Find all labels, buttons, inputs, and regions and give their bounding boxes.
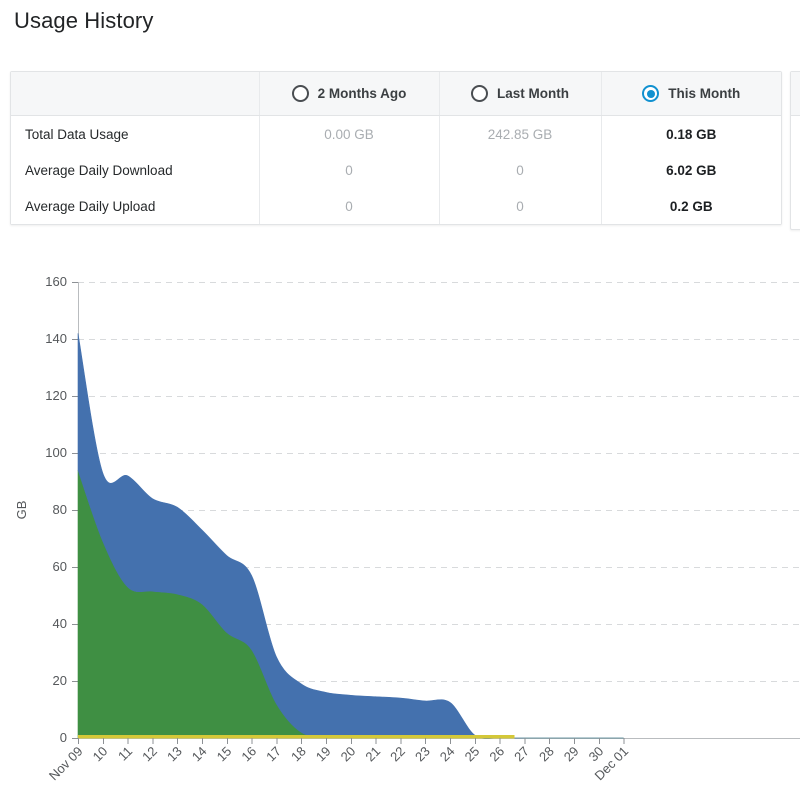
x-axis-tick-label: 29 bbox=[561, 744, 582, 765]
x-axis-tick-label: 26 bbox=[486, 744, 507, 765]
usage-summary-card: 2 Months Ago Last Month This Month Total… bbox=[10, 71, 782, 225]
table-row: Total Data Usage 0.00 GB 242.85 GB 0.18 … bbox=[11, 115, 781, 152]
y-axis-tick-label: 0 bbox=[60, 730, 67, 745]
header-cell-this-month[interactable]: This Month bbox=[600, 72, 781, 116]
header-label-two-months-ago: 2 Months Ago bbox=[317, 86, 407, 101]
radio-unchecked-icon-last-month[interactable] bbox=[471, 85, 488, 102]
x-axis-tick-label: 11 bbox=[115, 744, 135, 764]
y-axis-title: GB bbox=[14, 501, 29, 520]
chart-svg: 020406080100120140160GBNov 09 10 11 12 13 14 1… bbox=[14, 274, 800, 784]
row-label-average-daily-upload: Average Daily Upload bbox=[11, 188, 259, 224]
y-axis-tick-label: 100 bbox=[45, 445, 67, 460]
table-header: 2 Months Ago Last Month This Month bbox=[11, 72, 781, 116]
header-label-this-month: This Month bbox=[668, 86, 741, 101]
x-axis-tick-label: 25 bbox=[462, 744, 483, 765]
cell-average-daily-download-this-month: 6.02 GB bbox=[600, 152, 781, 188]
x-axis-tick-label: 24 bbox=[437, 744, 458, 765]
x-axis-tick-label: 19 bbox=[313, 744, 334, 765]
x-axis-tick-label: Nov 09 bbox=[46, 744, 86, 784]
table-body: Total Data Usage 0.00 GB 242.85 GB 0.18 … bbox=[11, 115, 781, 224]
y-axis-tick-label: 80 bbox=[53, 502, 67, 517]
x-axis-tick-label: 14 bbox=[189, 744, 210, 765]
cell-total-data-usage-this-month: 0.18 GB bbox=[600, 115, 781, 152]
y-axis-tick-label: 20 bbox=[53, 673, 67, 688]
radio-unchecked-icon-two-months-ago[interactable] bbox=[291, 85, 309, 102]
y-axis-tick-label: 160 bbox=[45, 274, 67, 289]
usage-history-chart: 0 20 40 60 80 100 120 140 160 GB Nov 09 10 11 12 13 14 1… bbox=[0, 250, 800, 792]
table-header-row: 2 Months Ago Last Month This Month bbox=[11, 72, 781, 116]
x-axis-tick-label: 15 bbox=[214, 744, 235, 765]
usage-history-page: Usage History 2 Months Ago Last Month Th… bbox=[0, 0, 800, 792]
x-axis-tick-label: 10 bbox=[90, 744, 111, 765]
x-axis-tick-label: 20 bbox=[338, 744, 359, 765]
radio-checked-icon-this-month[interactable] bbox=[642, 85, 660, 102]
cell-total-data-usage-last-month: 242.85 GB bbox=[438, 115, 601, 152]
y-axis-tick-label: 60 bbox=[53, 559, 67, 574]
y-axis-tick-label: 140 bbox=[45, 331, 67, 346]
y-axis-tick-label: 40 bbox=[53, 616, 67, 631]
cell-average-daily-upload-this-month: 0.2 GB bbox=[600, 188, 781, 224]
secondary-card-body bbox=[791, 116, 800, 229]
cell-average-daily-download-two-months-ago: 0 bbox=[258, 152, 439, 188]
x-axis-tick-label: 16 bbox=[238, 744, 259, 765]
x-axis-tick-label: 21 bbox=[362, 744, 383, 765]
header-cell-two-months-ago[interactable]: 2 Months Ago bbox=[258, 72, 439, 116]
header-cell-blank bbox=[11, 72, 259, 116]
x-axis-tick-label: 18 bbox=[288, 744, 309, 765]
x-axis-tick-label: 17 bbox=[263, 744, 284, 765]
secondary-card-header bbox=[791, 72, 800, 116]
x-axis-tick-label: 13 bbox=[164, 744, 185, 765]
x-axis-tick-label: 27 bbox=[511, 744, 532, 765]
cell-average-daily-download-last-month: 0 bbox=[438, 152, 601, 188]
x-axis-tick-label: 22 bbox=[387, 744, 408, 765]
x-axis-tick-label: 23 bbox=[412, 744, 433, 765]
y-axis-tick-label: 120 bbox=[45, 388, 67, 403]
cell-average-daily-upload-two-months-ago: 0 bbox=[258, 188, 439, 224]
table-row: Average Daily Upload 0 0 0.2 GB bbox=[11, 188, 781, 224]
header-label-last-month: Last Month bbox=[497, 86, 569, 101]
x-axis-tick-label: 28 bbox=[536, 744, 557, 765]
page-title: Usage History bbox=[14, 8, 154, 33]
cell-total-data-usage-two-months-ago: 0.00 GB bbox=[258, 115, 439, 152]
cell-average-daily-upload-last-month: 0 bbox=[438, 188, 601, 224]
row-label-total-data-usage: Total Data Usage bbox=[11, 115, 259, 152]
row-label-average-daily-download: Average Daily Download bbox=[11, 152, 259, 188]
table-row: Average Daily Download 0 0 6.02 GB bbox=[11, 152, 781, 188]
usage-summary-table: 2 Months Ago Last Month This Month Total… bbox=[11, 72, 781, 224]
usage-summary-card-secondary-partial bbox=[790, 71, 800, 230]
header-cell-last-month[interactable]: Last Month bbox=[438, 72, 601, 116]
x-axis-tick-label: 12 bbox=[139, 744, 160, 765]
